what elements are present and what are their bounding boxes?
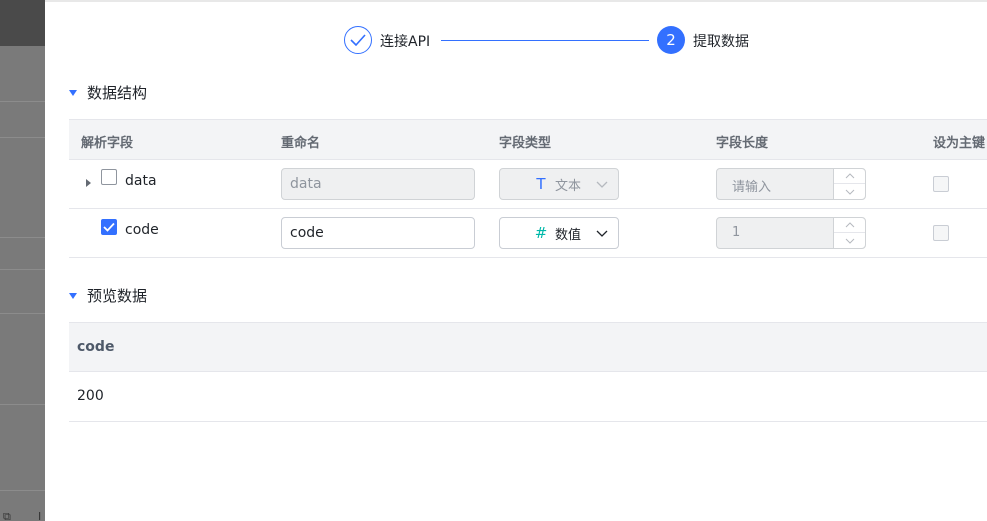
preview-table: code 200 (69, 322, 987, 422)
number-type-icon: # (534, 224, 548, 242)
field-checkbox-code[interactable] (101, 219, 117, 235)
step-connector (441, 40, 649, 41)
step-1-label: 连接API (380, 34, 431, 50)
field-length-value: 1 (732, 225, 741, 240)
step-2-indicator: 2 (657, 26, 685, 54)
col-primary-key: 设为主键 (933, 136, 986, 151)
structure-table-header: 解析字段 重命名 字段类型 字段长度 设为主键 (69, 119, 987, 160)
col-field-type: 字段类型 (499, 136, 552, 151)
table-cell: 200 (77, 388, 104, 404)
background-header (0, 0, 45, 46)
field-length-input-code[interactable]: 1 (716, 217, 866, 249)
length-stepper[interactable] (833, 169, 865, 199)
chevron-down-icon (596, 230, 608, 237)
col-rename: 重命名 (281, 136, 321, 151)
expand-arrow-icon[interactable] (86, 179, 91, 187)
field-type-value: 文本 (555, 178, 582, 194)
stepper-up-icon[interactable] (834, 218, 865, 233)
background-divider (0, 490, 45, 491)
structure-section-toggle[interactable]: 数据结构 (69, 82, 147, 103)
rename-input-code[interactable]: code (281, 217, 475, 249)
preview-section-title: 预览数据 (87, 287, 148, 305)
field-checkbox-data[interactable] (101, 169, 117, 185)
panel-top-border (45, 0, 987, 2)
background-divider (0, 313, 45, 314)
cursor-icon: I (38, 510, 42, 521)
stepper-down-icon[interactable] (834, 184, 865, 199)
background-divider (0, 269, 45, 270)
stepper-up-icon[interactable] (834, 169, 865, 184)
background-divider (0, 137, 45, 138)
col-field-length: 字段长度 (716, 136, 769, 151)
field-length-input-data[interactable]: 请输入 (716, 168, 866, 200)
text-type-icon: T (536, 175, 546, 193)
background-overlay: ⧉ I (0, 0, 45, 521)
field-name: data (125, 173, 157, 189)
field-type-select-data[interactable]: T 文本 (499, 168, 619, 200)
caret-down-icon (69, 89, 77, 96)
copy-icon: ⧉ (3, 510, 11, 521)
field-type-value: 数值 (555, 227, 582, 243)
rename-input-data[interactable]: data (281, 168, 475, 200)
length-stepper[interactable] (833, 218, 865, 248)
extract-data-drawer: 连接API 2 提取数据 数据结构 解析字段 重命名 字段类型 字段长度 设为主… (45, 0, 987, 521)
table-row: data data T 文本 请输入 (69, 160, 987, 209)
primary-key-checkbox-code[interactable] (933, 225, 949, 241)
chevron-down-icon (596, 181, 608, 188)
field-name: code (125, 222, 159, 238)
check-icon (103, 222, 115, 232)
table-row: 200 (69, 372, 987, 422)
field-length-placeholder: 请输入 (732, 180, 772, 195)
col-parse-field: 解析字段 (81, 136, 134, 151)
background-divider (0, 237, 45, 238)
preview-section-toggle[interactable]: 预览数据 (69, 285, 147, 306)
structure-table: 解析字段 重命名 字段类型 字段长度 设为主键 data data T 文本 请… (69, 119, 987, 258)
check-icon (350, 34, 366, 46)
preview-table-header: code (69, 322, 987, 372)
step-2-label: 提取数据 (693, 34, 749, 50)
step-1-done-icon (344, 26, 372, 54)
field-type-select-code[interactable]: # 数值 (499, 217, 619, 249)
structure-section-title: 数据结构 (87, 84, 148, 102)
col-code: code (77, 339, 115, 355)
caret-down-icon (69, 292, 77, 299)
table-row: code code # 数值 1 (69, 209, 987, 258)
background-divider (0, 101, 45, 102)
primary-key-checkbox-data[interactable] (933, 176, 949, 192)
background-divider (0, 404, 45, 405)
stepper-down-icon[interactable] (834, 233, 865, 248)
